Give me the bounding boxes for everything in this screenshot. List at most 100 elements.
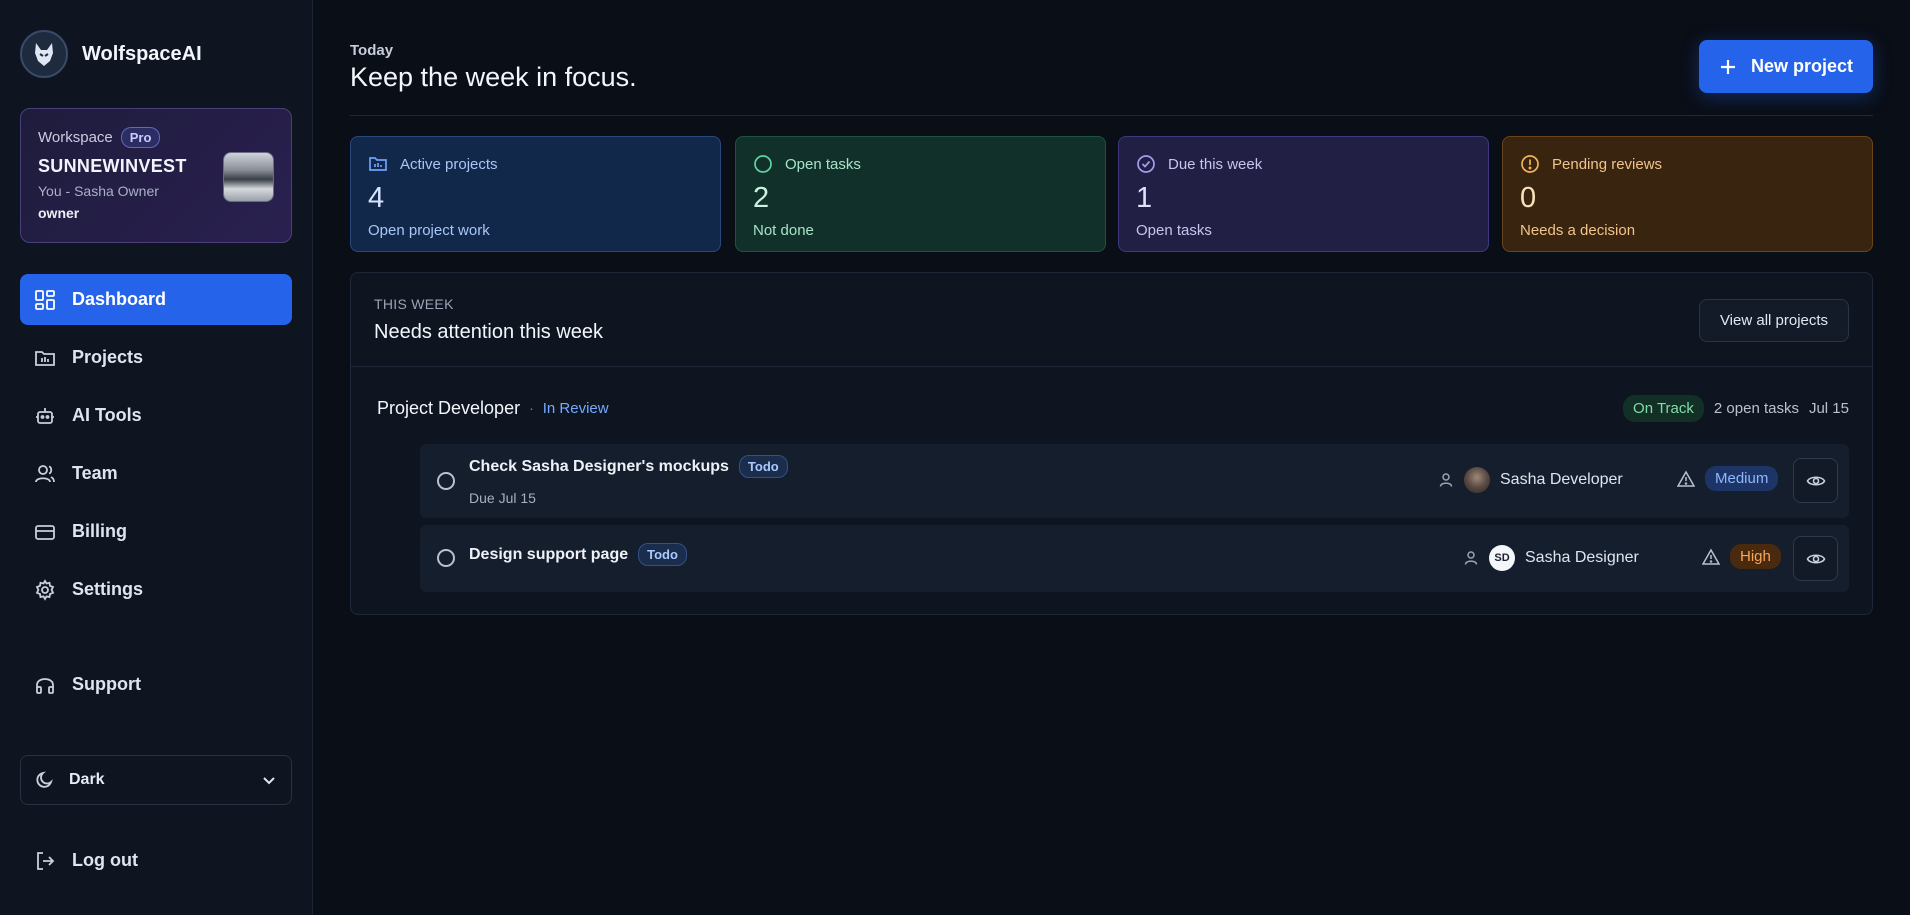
gear-icon (35, 578, 55, 601)
week-panel-title: Needs attention this week (374, 321, 604, 343)
header-eyebrow: Today (350, 42, 394, 59)
sidebar-item-team[interactable]: Team (20, 448, 292, 499)
stat-label: Pending reviews (1552, 155, 1663, 173)
moon-icon (36, 771, 53, 788)
theme-select[interactable]: Dark (20, 755, 292, 805)
workspace-label-row: Workspace Pro (38, 127, 274, 148)
folder-chart-icon (369, 157, 387, 171)
sidebar-item-ai-tools[interactable]: AI Tools (20, 390, 292, 441)
week-panel: THIS WEEK Needs attention this week View… (350, 272, 1873, 615)
view-task-button[interactable] (1793, 536, 1838, 581)
sidebar-nav: Dashboard Projects AI Tools Team Billing… (20, 274, 292, 622)
logout-button[interactable]: Log out (20, 835, 292, 886)
project-open-tasks: 2 open tasks (1713, 399, 1799, 417)
stat-card-open-tasks[interactable]: Open tasks 2 Not done (735, 136, 1106, 252)
avatar: SD (1489, 545, 1515, 571)
task-title-row: Check Sasha Designer's mockups Todo (469, 455, 788, 478)
task-checkbox[interactable] (437, 472, 455, 490)
assignee-name: Sasha Designer (1525, 549, 1639, 566)
sidebar-item-label: Billing (72, 521, 127, 541)
task-assignee: SD Sasha Designer (1463, 545, 1639, 571)
view-task-button[interactable] (1793, 458, 1838, 503)
stat-subtitle: Open project work (368, 222, 490, 239)
stat-card-active-projects[interactable]: Active projects 4 Open project work (350, 136, 721, 252)
chevron-down-icon (263, 777, 275, 785)
task-title: Check Sasha Designer's mockups (469, 457, 729, 475)
bot-icon (36, 407, 54, 424)
header-divider (350, 115, 1873, 116)
week-panel-eyebrow: THIS WEEK (374, 296, 454, 312)
separator: · (529, 400, 534, 416)
plus-icon (1720, 59, 1735, 74)
eye-icon (1806, 553, 1825, 564)
project-status: In Review (542, 399, 609, 417)
stat-value: 4 (368, 182, 385, 214)
new-project-button[interactable]: New project (1699, 40, 1873, 93)
logout-icon (37, 851, 55, 870)
stat-subtitle: Needs a decision (1520, 222, 1636, 239)
priority-badge: Medium (1705, 466, 1779, 491)
stat-label: Active projects (400, 155, 498, 173)
task-title-row: Design support page Todo (469, 543, 687, 566)
new-project-label: New project (1750, 56, 1854, 76)
user-icon (1439, 473, 1453, 487)
stat-value: 1 (1136, 182, 1153, 214)
credit-card-icon (35, 524, 55, 540)
check-circle-icon (1137, 155, 1155, 173)
sidebar: WolfspaceAI Workspace Pro SUNNEWINVEST Y… (0, 0, 313, 915)
brand[interactable]: WolfspaceAI (20, 30, 202, 78)
task-status-badge: Todo (638, 543, 687, 566)
plan-badge: Pro (120, 127, 161, 148)
users-icon (35, 464, 55, 482)
wolf-logo-icon (20, 30, 68, 78)
sidebar-item-label: Team (72, 463, 118, 483)
stat-label: Open tasks (785, 155, 861, 173)
view-all-projects-button[interactable]: View all projects (1699, 299, 1849, 342)
task-title: Design support page (469, 545, 629, 563)
stat-subtitle: Open tasks (1136, 222, 1212, 239)
support-section: Support (20, 659, 292, 717)
workspace-avatar (223, 152, 274, 202)
sidebar-item-label: Dashboard (72, 289, 167, 309)
stat-label: Due this week (1168, 155, 1263, 173)
sidebar-item-settings[interactable]: Settings (20, 564, 292, 615)
stat-subtitle: Not done (753, 222, 814, 239)
headphones-icon (36, 677, 54, 694)
brand-name: WolfspaceAI (82, 42, 202, 65)
workspace-label: Workspace (38, 129, 113, 146)
project-row[interactable]: Project Developer · In Review On Track 2… (377, 393, 1849, 423)
priority-badge: High (1730, 544, 1781, 569)
sidebar-item-billing[interactable]: Billing (20, 506, 292, 557)
logout-label: Log out (72, 850, 138, 870)
assignee-name: Sasha Developer (1500, 471, 1623, 488)
eye-icon (1806, 475, 1825, 486)
task-status-badge: Todo (738, 455, 788, 478)
task-priority: Medium (1677, 466, 1779, 491)
sidebar-item-support[interactable]: Support (20, 659, 292, 710)
week-panel-header: THIS WEEK Needs attention this week View… (351, 273, 1872, 367)
project-meta: On Track 2 open tasks Jul 15 (1623, 394, 1849, 422)
task-row[interactable]: Check Sasha Designer's mockups Todo Due … (420, 444, 1849, 518)
theme-select-value: Dark (69, 771, 105, 788)
folder-chart-icon (35, 350, 55, 366)
task-checkbox[interactable] (437, 549, 455, 567)
workspace-card[interactable]: Workspace Pro SUNNEWINVEST You - Sasha O… (20, 108, 292, 243)
stat-card-due-this-week[interactable]: Due this week 1 Open tasks (1118, 136, 1489, 252)
task-assignee: Sasha Developer (1438, 467, 1623, 493)
avatar (1464, 467, 1490, 493)
stats-row: Active projects 4 Open project work Open… (350, 136, 1873, 252)
sidebar-item-dashboard[interactable]: Dashboard (20, 274, 292, 325)
workspace-role: owner (38, 205, 80, 221)
circle-icon (754, 155, 772, 173)
task-priority: High (1702, 544, 1781, 569)
sidebar-item-label: Projects (72, 347, 144, 367)
sidebar-item-label: Support (72, 674, 141, 694)
stat-card-pending-reviews[interactable]: Pending reviews 0 Needs a decision (1502, 136, 1873, 252)
sidebar-item-projects[interactable]: Projects (20, 332, 292, 383)
task-due: Due Jul 15 (469, 490, 536, 506)
user-icon (1464, 551, 1478, 565)
project-name: Project Developer (377, 397, 521, 418)
alert-circle-icon (1521, 155, 1539, 173)
task-row[interactable]: Design support page Todo SD Sasha Design… (420, 525, 1849, 592)
sidebar-item-label: Settings (72, 579, 144, 599)
